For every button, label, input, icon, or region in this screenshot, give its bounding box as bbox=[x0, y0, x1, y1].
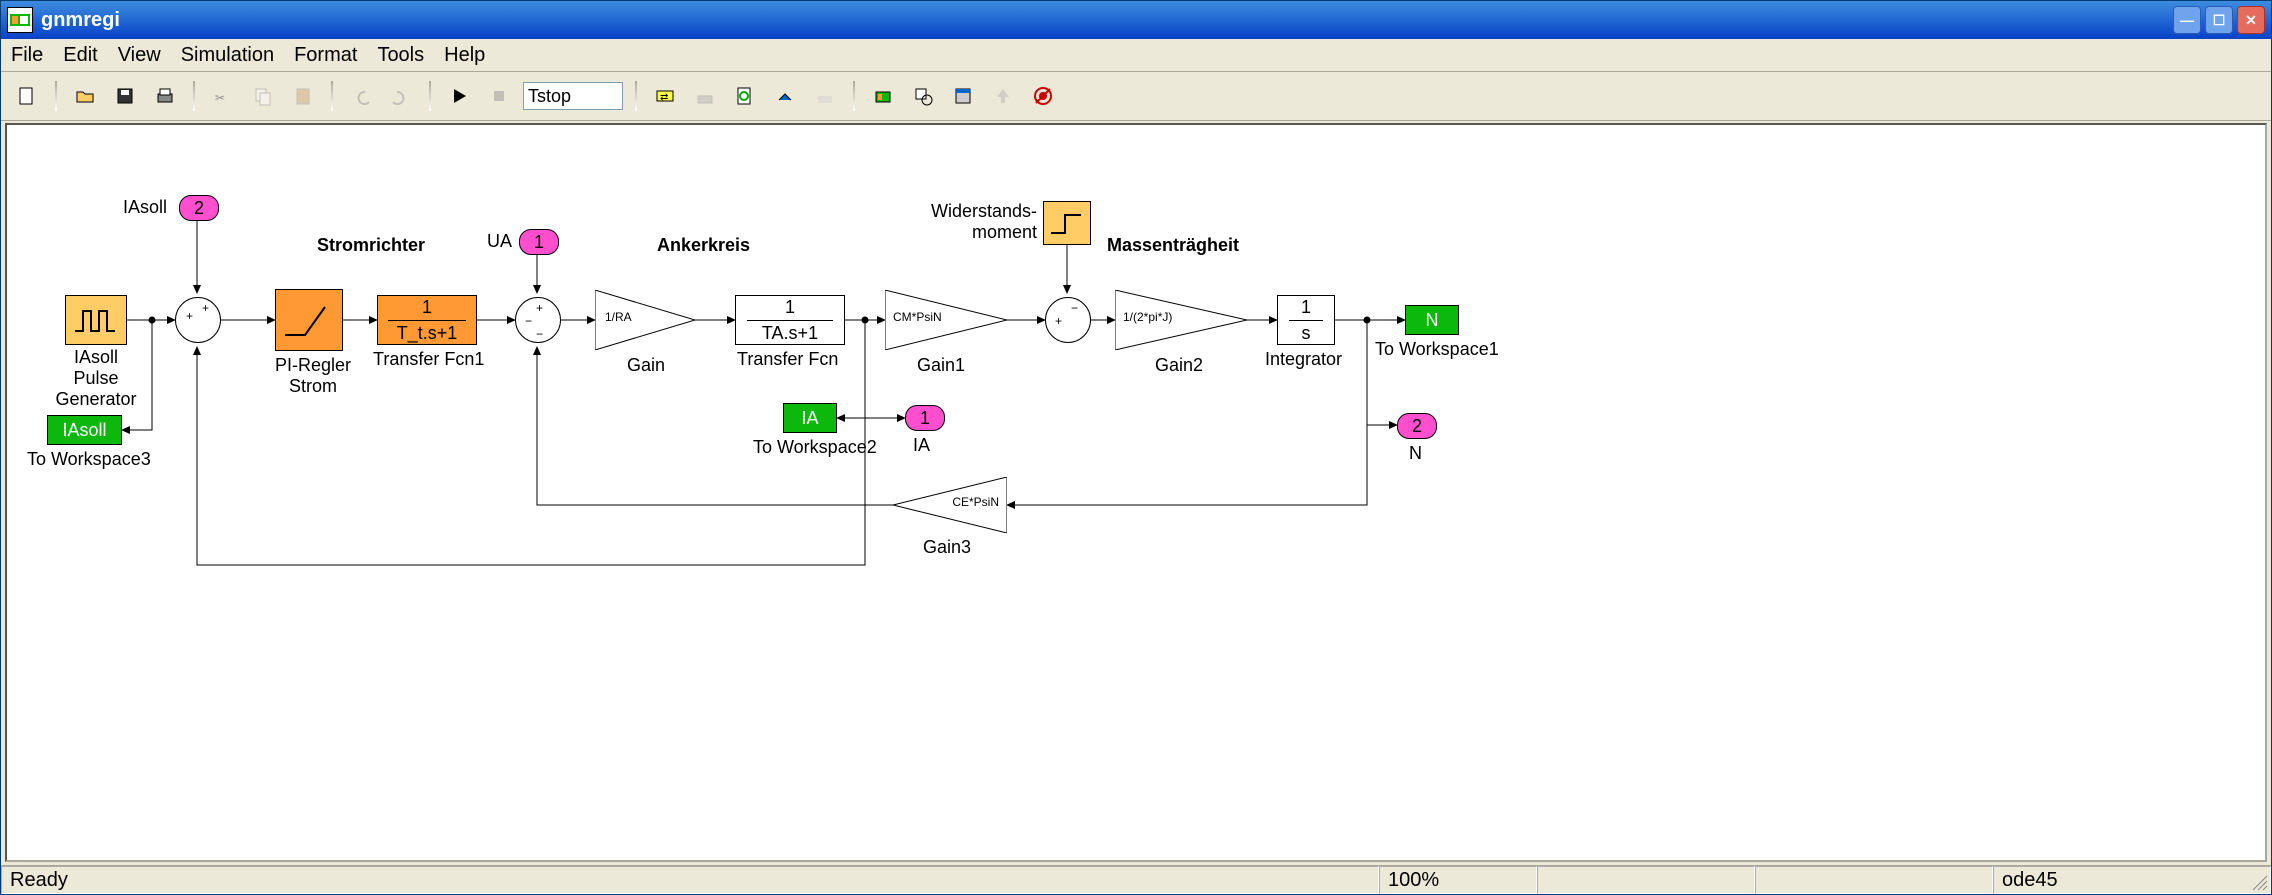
paste-button[interactable] bbox=[287, 80, 319, 112]
stop-button[interactable] bbox=[483, 80, 515, 112]
svg-text:⇄: ⇄ bbox=[660, 92, 668, 103]
block-pulse-generator[interactable] bbox=[65, 295, 127, 345]
menubar: File Edit View Simulation Format Tools H… bbox=[1, 39, 2271, 72]
status-solver: ode45 bbox=[1993, 866, 2271, 894]
block-gain3[interactable]: CE*PsiN bbox=[893, 477, 1007, 533]
label-gain3: Gain3 bbox=[923, 537, 971, 558]
label-outport-n: N bbox=[1409, 443, 1422, 464]
block-transfer-fcn[interactable]: 1 TA.s+1 bbox=[735, 295, 845, 345]
label-outport-ia: IA bbox=[913, 435, 930, 456]
svg-text:−: − bbox=[1071, 301, 1078, 315]
library-button[interactable] bbox=[867, 80, 899, 112]
block-step-widerstandsmoment[interactable] bbox=[1043, 201, 1091, 245]
block-sum2[interactable]: +−− bbox=[515, 297, 561, 343]
block-gain[interactable]: 1/RA bbox=[595, 290, 695, 350]
menu-file[interactable]: File bbox=[11, 44, 43, 67]
build-model-button[interactable] bbox=[769, 80, 801, 112]
app-icon bbox=[7, 7, 33, 33]
menu-tools[interactable]: Tools bbox=[377, 44, 424, 67]
stop-time-input[interactable] bbox=[523, 82, 623, 110]
svg-text:−: − bbox=[525, 314, 532, 328]
print-button[interactable] bbox=[149, 80, 181, 112]
new-button[interactable] bbox=[11, 80, 43, 112]
svg-text:✂: ✂ bbox=[215, 91, 225, 105]
update-button[interactable] bbox=[729, 80, 761, 112]
status-zoom: 100% bbox=[1379, 866, 1537, 894]
svg-text:+: + bbox=[202, 301, 209, 315]
block-sum3[interactable]: +− bbox=[1045, 297, 1091, 343]
block-integrator[interactable]: 1 s bbox=[1277, 295, 1335, 345]
svg-text:−: − bbox=[536, 327, 543, 341]
cut-button[interactable]: ✂ bbox=[207, 80, 239, 112]
debug-button[interactable] bbox=[1027, 80, 1059, 112]
label-transfer-fcn: Transfer Fcn bbox=[737, 349, 838, 370]
app-window: gnmregi — ☐ ✕ File Edit View Simulation … bbox=[0, 0, 2272, 895]
label-pulse-generator: IAsoll Pulse Generator bbox=[51, 347, 141, 410]
inport-iasoll[interactable]: 2 bbox=[179, 195, 219, 221]
build-subsys-button[interactable] bbox=[809, 80, 841, 112]
menu-edit[interactable]: Edit bbox=[63, 44, 97, 67]
svg-text:+: + bbox=[186, 309, 193, 323]
redo-button[interactable] bbox=[385, 80, 417, 112]
section-ankerkreis: Ankerkreis bbox=[657, 235, 750, 256]
maximize-button[interactable]: ☐ bbox=[2205, 6, 2233, 34]
svg-text:+: + bbox=[1055, 314, 1062, 328]
toolbar: ✂ ⇄ bbox=[1, 72, 2271, 121]
minimize-button[interactable]: — bbox=[2173, 6, 2201, 34]
norm-button[interactable]: ⇄ bbox=[649, 80, 681, 112]
block-gain1[interactable]: CM*PsiN bbox=[885, 290, 1007, 350]
svg-text:+: + bbox=[536, 301, 543, 315]
undo-button[interactable] bbox=[345, 80, 377, 112]
block-to-workspace3[interactable]: IAsoll bbox=[47, 415, 122, 445]
label-gain1: Gain1 bbox=[917, 355, 965, 376]
status-empty2 bbox=[1755, 866, 1993, 894]
model-canvas[interactable]: Stromrichter Ankerkreis Massenträgheit I… bbox=[5, 123, 2267, 862]
inport-ua[interactable]: 1 bbox=[519, 229, 559, 255]
label-to-workspace2: To Workspace2 bbox=[753, 437, 877, 458]
menu-simulation[interactable]: Simulation bbox=[181, 44, 274, 67]
menu-format[interactable]: Format bbox=[294, 44, 357, 67]
close-button[interactable]: ✕ bbox=[2237, 6, 2265, 34]
outport-n[interactable]: 2 bbox=[1397, 413, 1437, 439]
outport-ia[interactable]: 1 bbox=[905, 405, 945, 431]
menu-help[interactable]: Help bbox=[444, 44, 485, 67]
block-to-workspace2[interactable]: IA bbox=[783, 403, 837, 433]
model-explorer-button[interactable] bbox=[907, 80, 939, 112]
menu-view[interactable]: View bbox=[118, 44, 161, 67]
run-button[interactable] bbox=[443, 80, 475, 112]
resize-grip-icon[interactable] bbox=[2251, 874, 2269, 892]
open-button[interactable] bbox=[69, 80, 101, 112]
section-stromrichter: Stromrichter bbox=[317, 235, 425, 256]
label-inport-ua: UA bbox=[487, 231, 512, 252]
block-sum1[interactable]: ++ bbox=[175, 297, 221, 343]
label-inport-iasoll: IAsoll bbox=[123, 197, 167, 218]
status-empty1 bbox=[1537, 866, 1755, 894]
block-pi-regler[interactable] bbox=[275, 289, 343, 351]
build-button[interactable] bbox=[689, 80, 721, 112]
block-transfer-fcn1[interactable]: 1 T_t.s+1 bbox=[377, 295, 477, 345]
titlebar: gnmregi — ☐ ✕ bbox=[1, 1, 2271, 39]
go-up-button[interactable] bbox=[987, 80, 1019, 112]
block-to-workspace1[interactable]: N bbox=[1405, 305, 1459, 335]
label-integrator: Integrator bbox=[1265, 349, 1342, 370]
block-gain2[interactable]: 1/(2*pi*J) bbox=[1115, 290, 1247, 350]
window-title: gnmregi bbox=[41, 9, 120, 32]
save-button[interactable] bbox=[109, 80, 141, 112]
label-widerstandsmoment: Widerstands- moment bbox=[927, 201, 1037, 243]
section-massentraegheit: Massenträgheit bbox=[1107, 235, 1239, 256]
label-gain: Gain bbox=[627, 355, 665, 376]
label-to-workspace3: To Workspace3 bbox=[27, 449, 151, 470]
label-to-workspace1: To Workspace1 bbox=[1375, 339, 1499, 360]
model-browser-button[interactable] bbox=[947, 80, 979, 112]
label-pi-regler: PI-Regler Strom bbox=[263, 355, 363, 397]
label-gain2: Gain2 bbox=[1155, 355, 1203, 376]
label-transfer-fcn1: Transfer Fcn1 bbox=[373, 349, 484, 370]
copy-button[interactable] bbox=[247, 80, 279, 112]
statusbar: Ready 100% ode45 bbox=[1, 865, 2271, 894]
status-message: Ready bbox=[1, 866, 1379, 894]
